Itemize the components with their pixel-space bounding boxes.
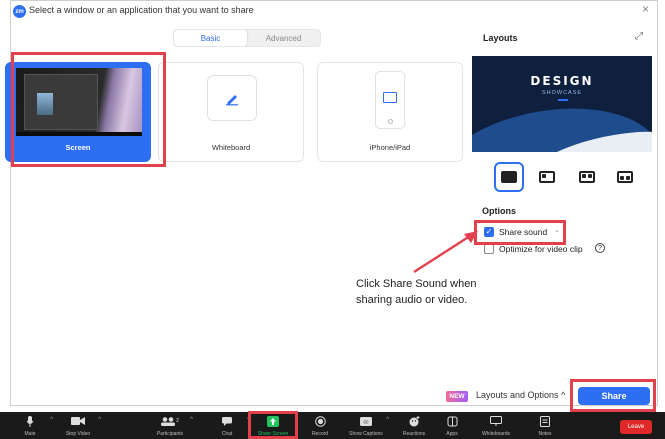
caret-up-icon[interactable]: ^ [98, 417, 101, 423]
speaker-overlay-icon [617, 171, 633, 183]
toolbar-show-captions[interactable]: cc ^ Show Captions [346, 412, 389, 439]
layout-option-speaker-overlay[interactable] [610, 162, 640, 192]
share-option-iphone-ipad-label: iPhone/iPad [369, 143, 411, 152]
meeting-toolbar: ^ Mute ^ Stop Video 2 ^ Participants ^ C… [0, 412, 665, 439]
airplay-icon [383, 92, 397, 103]
reactions-icon [409, 415, 419, 426]
toolbar-chat[interactable]: ^ Chat [207, 412, 250, 439]
video-camera-icon [71, 417, 85, 425]
toolbar-participants-label: Participants [156, 431, 184, 437]
home-button-icon [388, 119, 393, 124]
highlight-screen-option [11, 52, 166, 167]
close-icon[interactable]: × [642, 3, 649, 15]
layout-option-picture-in-picture[interactable] [532, 162, 562, 192]
microphone-icon [26, 415, 34, 427]
layouts-and-options-label: Layouts and Options [476, 390, 559, 400]
share-option-whiteboard-label: Whiteboard [211, 143, 251, 152]
help-icon[interactable]: ? [595, 243, 605, 253]
notes-icon [540, 415, 550, 427]
tab-basic[interactable]: Basic [174, 30, 247, 46]
caret-up-icon[interactable]: ^ [190, 417, 193, 423]
svg-text:cc: cc [364, 419, 370, 425]
toolbar-notes-label: Notes [538, 431, 552, 437]
participants-count: 2 [176, 418, 179, 424]
expand-icon[interactable]: ⤢ [635, 31, 643, 42]
annotation-text: Click Share Sound when sharing audio or … [356, 278, 477, 306]
highlight-share-screen [248, 411, 298, 439]
preview-title: DESIGN [530, 74, 594, 88]
layouts-and-options-button[interactable]: Layouts and Options ^ [476, 390, 565, 400]
tab-advanced[interactable]: Advanced [247, 30, 320, 46]
picture-in-picture-icon [539, 171, 555, 183]
new-badge: NEW [446, 391, 468, 402]
zoom-icon: zm [13, 5, 26, 18]
toolbar-whiteboards[interactable]: Whiteboards [476, 412, 516, 439]
preview-accent-line [558, 99, 568, 101]
whiteboards-icon [490, 416, 502, 426]
leave-button[interactable]: Leave [620, 420, 652, 434]
share-tabs: Basic Advanced [173, 29, 321, 47]
layout-option-full-screen[interactable] [494, 162, 524, 192]
dialog-title: Select a window or an application that y… [29, 5, 254, 15]
toolbar-notes[interactable]: Notes [525, 412, 565, 439]
toolbar-stop-video-label: Stop Video [65, 431, 91, 437]
optimize-video-label[interactable]: Optimize for video clip [499, 244, 583, 254]
pen-icon [226, 95, 238, 106]
apps-icon [447, 416, 457, 426]
share-option-iphone-ipad[interactable]: iPhone/iPad [317, 62, 463, 162]
toolbar-participants[interactable]: 2 ^ Participants [150, 412, 193, 439]
chat-icon [222, 416, 232, 426]
highlight-share-sound [474, 220, 566, 245]
record-icon [314, 415, 326, 427]
captions-icon: cc [360, 416, 372, 426]
toolbar-stop-video[interactable]: ^ Stop Video [58, 412, 101, 439]
toolbar-record[interactable]: Record [300, 412, 340, 439]
annotation-arrow-icon [413, 231, 478, 274]
share-option-whiteboard[interactable]: Whiteboard [158, 62, 304, 162]
whiteboard-card [207, 75, 257, 121]
layouts-heading: Layouts [483, 33, 518, 43]
side-by-side-icon [579, 171, 595, 183]
layout-option-side-by-side[interactable] [572, 162, 602, 192]
phone-icon [375, 71, 405, 129]
chevron-up-icon: ^ [561, 390, 566, 400]
optimize-video-checkbox[interactable] [484, 244, 494, 254]
full-screen-icon [501, 171, 517, 183]
layout-preview: DESIGN SHOWCASE [472, 56, 652, 152]
toolbar-mute[interactable]: ^ Mute [10, 412, 53, 439]
highlight-share-button [570, 379, 656, 412]
caret-up-icon[interactable]: ^ [50, 417, 53, 423]
participants-icon [161, 416, 176, 426]
caret-up-icon[interactable]: ^ [386, 417, 389, 423]
options-heading: Options [482, 206, 516, 216]
preview-subtitle: SHOWCASE [541, 90, 583, 96]
